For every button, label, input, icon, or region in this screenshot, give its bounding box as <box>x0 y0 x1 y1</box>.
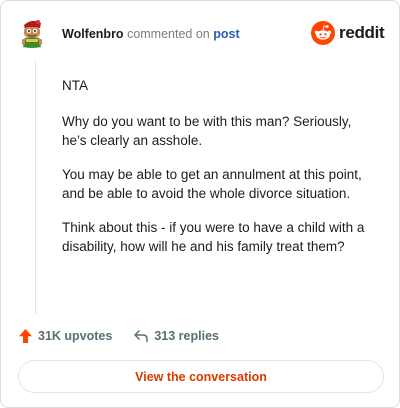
upvotes-label: 31K upvotes <box>38 329 113 343</box>
reddit-logo-icon <box>311 21 335 45</box>
embedded-comment-card: Wolfenbro commented on post reddit NTA W… <box>0 0 400 408</box>
view-conversation-button[interactable]: View the conversation <box>18 360 384 393</box>
replies-label: 313 replies <box>154 329 219 343</box>
comment-actions: 31K upvotes 313 replies <box>18 328 219 344</box>
comment-paragraph: You may be able to get an annulment at t… <box>62 166 362 202</box>
comment-meta: Wolfenbro commented on post <box>62 26 240 42</box>
user-avatar[interactable] <box>18 18 46 50</box>
post-link[interactable]: post <box>213 27 239 41</box>
comment-body: NTA Why do you want to be with this man?… <box>62 76 377 271</box>
replies-count[interactable]: 313 replies <box>133 329 219 343</box>
reddit-wordmark: reddit <box>339 23 385 42</box>
comment-verb: commented on <box>127 27 210 41</box>
snoo-avatar-icon <box>22 20 42 48</box>
username-link[interactable]: Wolfenbro <box>62 27 124 41</box>
reply-arrow-icon <box>134 330 149 343</box>
upvote-arrow-icon <box>19 329 32 343</box>
comment-paragraph: Think about this - if you were to have a… <box>62 219 365 255</box>
upvotes-count[interactable]: 31K upvotes <box>18 328 112 344</box>
comment-paragraph: Why do you want to be with this man? Ser… <box>62 113 352 149</box>
comment-paragraph: NTA <box>62 78 88 93</box>
thread-line <box>35 61 36 314</box>
reddit-brand[interactable]: reddit <box>311 21 385 45</box>
